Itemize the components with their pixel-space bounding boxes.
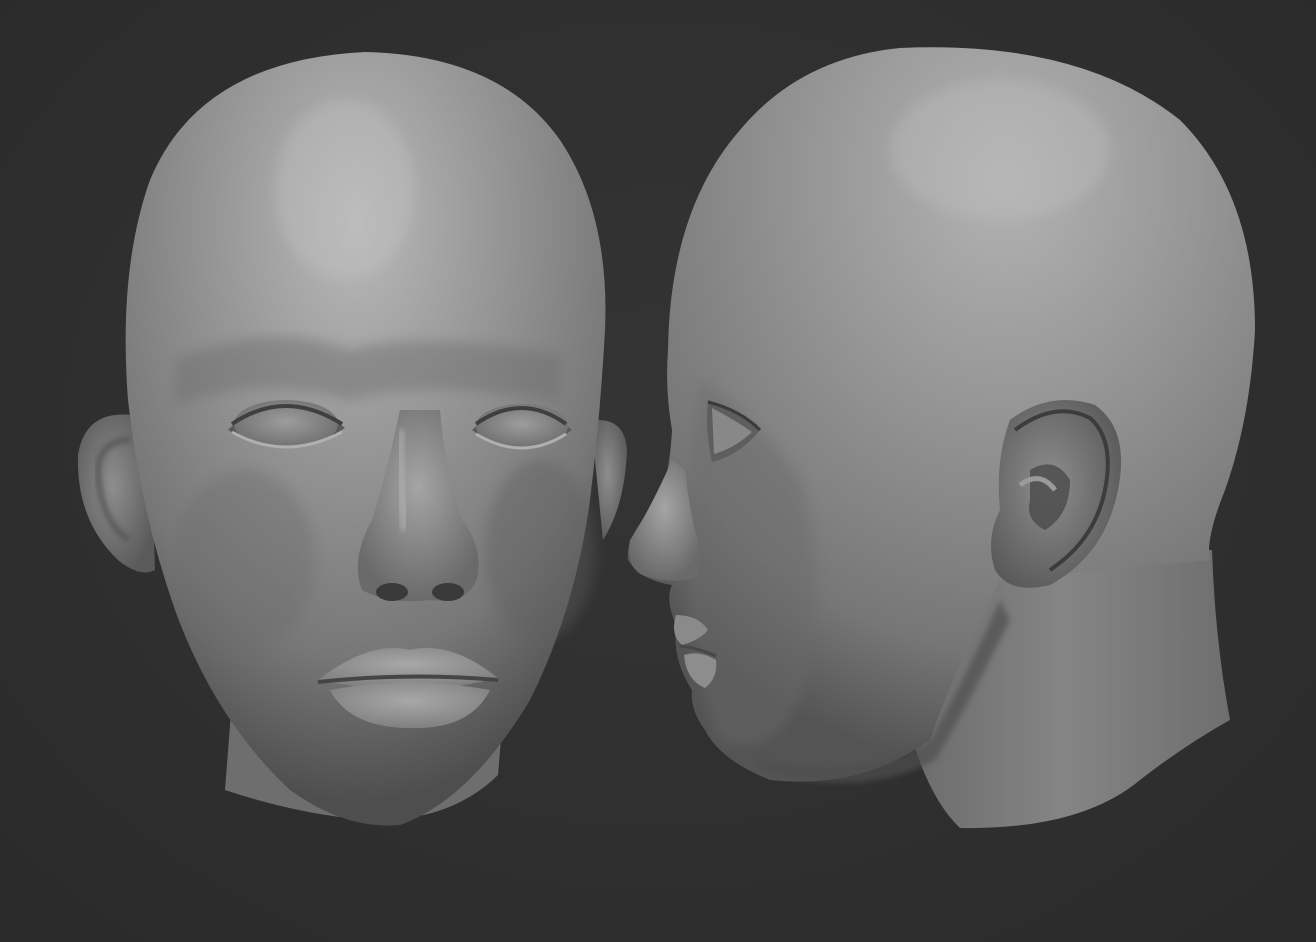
front-view-head[interactable] (77, 52, 627, 826)
side-view-head[interactable] (627, 47, 1255, 829)
sculpt-canvas (77, 47, 1255, 829)
sculpt-viewport[interactable] (0, 0, 1316, 942)
front-right-ear (592, 420, 627, 540)
